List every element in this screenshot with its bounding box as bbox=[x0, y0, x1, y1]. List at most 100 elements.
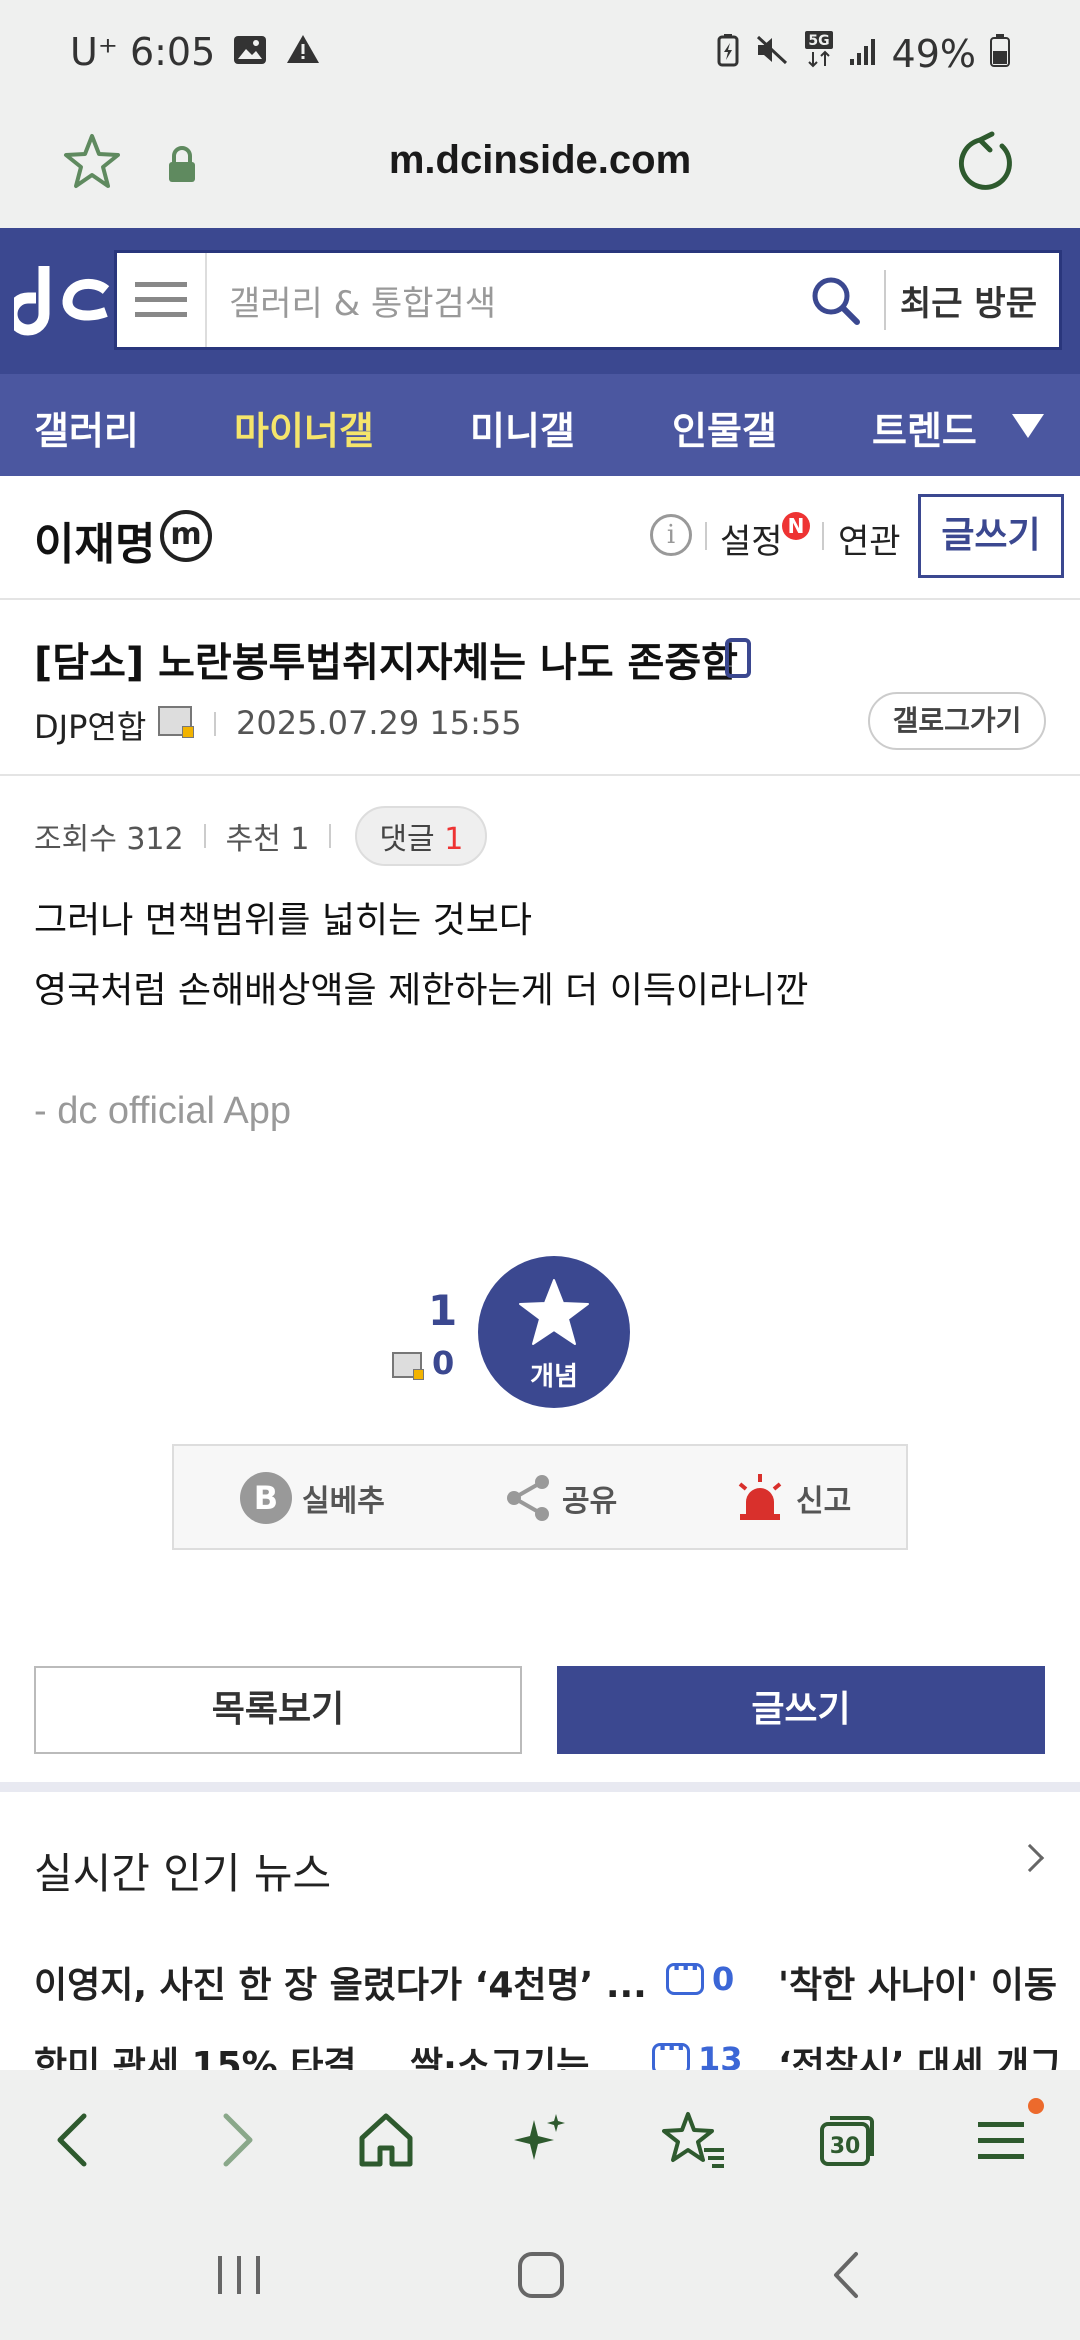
divider bbox=[822, 522, 824, 550]
post-title: [담소] 노란봉투법취지자체는 나도 존중함 bbox=[34, 640, 738, 686]
home-button-icon[interactable] bbox=[516, 2250, 566, 2304]
back-icon[interactable] bbox=[46, 2110, 106, 2170]
gallog-button[interactable]: 갤로그가기 bbox=[868, 692, 1046, 750]
news-item-title[interactable]: 이영지, 사진 한 장 올렸다가 ‘4천명’ ... bbox=[34, 1956, 647, 2008]
tab-person-gallery[interactable]: 인물갤 bbox=[672, 400, 777, 455]
list-view-button[interactable]: 목록보기 bbox=[34, 1666, 522, 1754]
recommend-label: 개념 bbox=[530, 1362, 578, 1392]
tab-gallery[interactable]: 갤러리 bbox=[34, 400, 139, 455]
body-line: 영국처럼 손해배상액을 제한하는게 더 이득이라니깐 bbox=[34, 970, 809, 1011]
mobile-icon bbox=[725, 638, 751, 678]
share-button[interactable]: 공유 bbox=[504, 1472, 617, 1524]
new-badge: N bbox=[782, 512, 810, 540]
related-link[interactable]: 연관 bbox=[838, 514, 901, 563]
5g-icon: 5G bbox=[804, 30, 834, 77]
recommend-button[interactable]: 개념 bbox=[478, 1256, 630, 1408]
report-label: 신고 bbox=[796, 1484, 852, 1519]
menu-icon[interactable] bbox=[117, 253, 207, 347]
gallery-name[interactable]: 이재명 bbox=[34, 508, 155, 572]
info-icon[interactable]: i bbox=[650, 514, 692, 556]
status-right: 5G 49% bbox=[716, 30, 1010, 77]
divider bbox=[705, 522, 707, 550]
post-stats: 조회수 312 추천 1 댓글 1 bbox=[34, 806, 488, 866]
post-date: 2025.07.29 15:55 bbox=[236, 704, 522, 742]
minor-gallery-badge: m bbox=[160, 510, 212, 562]
divider bbox=[203, 824, 206, 848]
best-label: 실베추 bbox=[302, 1484, 385, 1519]
comment-count: 0 bbox=[712, 1960, 735, 1998]
refresh-icon[interactable] bbox=[950, 128, 1020, 198]
tabs-icon[interactable]: 30 bbox=[816, 2110, 876, 2170]
battery-saver-icon bbox=[716, 32, 740, 76]
carrier-time: U⁺ 6:05 bbox=[70, 30, 216, 74]
fixed-nick-icon bbox=[392, 1352, 424, 1380]
divider bbox=[214, 712, 216, 736]
search-icon[interactable] bbox=[800, 265, 870, 335]
write-button-top[interactable]: 글쓰기 bbox=[918, 494, 1064, 578]
body-line: 그러나 면책범위를 넓히는 것보다 bbox=[34, 900, 533, 941]
upvote-count: 1 bbox=[428, 1286, 458, 1335]
b-icon: B bbox=[240, 1472, 292, 1524]
search-bar[interactable]: 갤러리 & 통합검색 최근 방문 bbox=[114, 250, 1062, 350]
siren-icon bbox=[738, 1474, 782, 1520]
nav-expand-icon[interactable] bbox=[1012, 414, 1044, 438]
write-button[interactable]: 글쓰기 bbox=[557, 1666, 1045, 1754]
site-header: 갤러리 & 통합검색 최근 방문 bbox=[0, 228, 1080, 374]
divider bbox=[884, 270, 887, 330]
address-bar: m.dcinside.com bbox=[0, 110, 1080, 228]
news-comment-count: 0 bbox=[666, 1954, 735, 1998]
gallery-nav: 갤러리 마이너갤 미니갤 인물갤 트렌드 bbox=[0, 374, 1080, 476]
tab-minor-gallery[interactable]: 마이너갤 bbox=[234, 400, 374, 455]
notification-dot bbox=[1028, 2098, 1044, 2114]
app-signature: - dc official App bbox=[34, 1090, 292, 1132]
dc-logo[interactable] bbox=[6, 258, 110, 338]
post-author[interactable]: DJP연합 bbox=[34, 702, 146, 748]
status-bar: U⁺ 6:05 5G 49% bbox=[0, 0, 1080, 110]
comment-label: 댓글 bbox=[379, 822, 435, 857]
forward-icon[interactable] bbox=[204, 2110, 264, 2170]
tab-trend[interactable]: 트렌드 bbox=[872, 400, 977, 455]
post-body: 그러나 면책범위를 넓히는 것보다 영국처럼 손해배상액을 제한하는게 더 이득… bbox=[34, 886, 808, 1026]
bookmarks-icon[interactable] bbox=[662, 2110, 724, 2170]
recent-apps-icon[interactable] bbox=[214, 2252, 264, 2302]
gallog-user-icon bbox=[158, 706, 194, 738]
star-icon bbox=[519, 1279, 589, 1345]
warning-icon bbox=[285, 30, 321, 74]
home-icon[interactable] bbox=[356, 2110, 416, 2170]
comment-count-badge[interactable]: 댓글 1 bbox=[355, 806, 488, 866]
menu-icon[interactable] bbox=[972, 2110, 1032, 2170]
post-header: [담소] 노란봉투법취지자체는 나도 존중함 DJP연합 2025.07.29 … bbox=[0, 600, 1080, 776]
news-section-title: 실시간 인기 뉴스 bbox=[34, 1849, 332, 1898]
share-icon bbox=[507, 1475, 549, 1521]
view-count: 조회수 312 bbox=[34, 822, 184, 857]
sparkle-icon[interactable] bbox=[510, 2110, 570, 2170]
url-text[interactable]: m.dcinside.com bbox=[0, 138, 1080, 183]
post-actions: B 실베추 공유 신고 bbox=[172, 1444, 908, 1550]
system-navigation bbox=[0, 2210, 1080, 2340]
gallery-bar: 이재명 m i 설정 N 연관 글쓰기 bbox=[0, 476, 1080, 600]
tab-mini-gallery[interactable]: 미니갤 bbox=[470, 400, 575, 455]
image-icon bbox=[233, 30, 267, 74]
comment-number: 1 bbox=[444, 822, 464, 857]
section-divider bbox=[0, 1782, 1080, 1792]
best-recommend-button[interactable]: B 실베추 bbox=[240, 1472, 385, 1524]
mute-icon bbox=[754, 32, 790, 76]
share-label: 공유 bbox=[562, 1484, 618, 1519]
settings-link[interactable]: 설정 bbox=[720, 514, 783, 563]
chevron-right-icon[interactable] bbox=[1015, 1843, 1045, 1873]
status-left: U⁺ 6:05 bbox=[70, 30, 321, 74]
system-back-icon[interactable] bbox=[826, 2250, 866, 2304]
battery-icon bbox=[990, 32, 1010, 76]
recent-visit-button[interactable]: 최근 방문 bbox=[900, 276, 1059, 325]
report-button[interactable]: 신고 bbox=[734, 1472, 851, 1524]
search-input[interactable]: 갤러리 & 통합검색 bbox=[207, 276, 800, 325]
news-item-title[interactable]: '착한 사나이' 이동 bbox=[778, 1956, 1057, 2008]
browser-toolbar: 30 bbox=[0, 2070, 1080, 2210]
svg-text:30: 30 bbox=[830, 2134, 861, 2159]
fixed-nick-upvote-count: 0 bbox=[432, 1344, 455, 1382]
signal-icon bbox=[848, 32, 878, 76]
battery-percent: 49% bbox=[891, 31, 976, 76]
divider bbox=[329, 824, 332, 848]
comment-bubble-icon bbox=[666, 1954, 704, 1995]
svg-text:5G: 5G bbox=[808, 33, 829, 49]
